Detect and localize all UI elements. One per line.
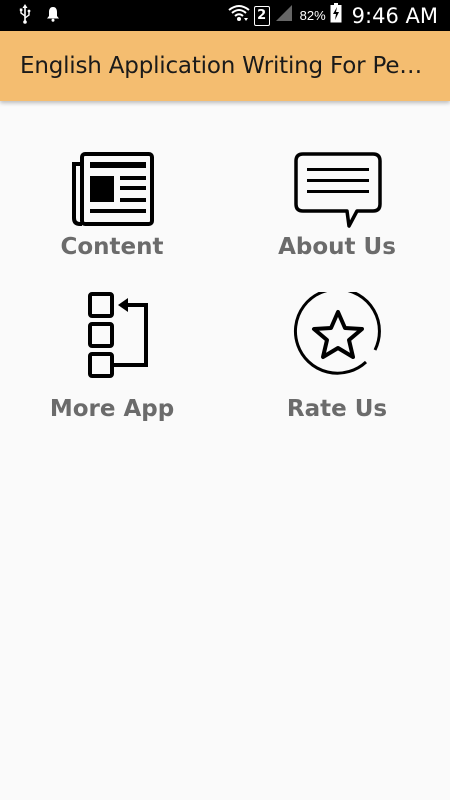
about-us-label: About Us — [278, 234, 396, 260]
app-list-icon — [68, 292, 158, 378]
status-clock: 9:46 AM — [351, 3, 438, 28]
status-right-icons: 2 82% 9:46 AM — [228, 0, 438, 31]
newspaper-icon — [68, 152, 158, 228]
rate-us-menu-item[interactable]: Rate Us — [232, 287, 442, 442]
battery-charging-icon — [330, 3, 342, 28]
usb-icon — [18, 3, 32, 29]
star-circle-icon — [293, 287, 383, 375]
more-app-label: More App — [49, 396, 175, 422]
about-us-menu-item[interactable]: About Us — [232, 152, 442, 302]
status-left-icons — [18, 3, 60, 29]
wifi-icon — [228, 4, 250, 27]
content-label: Content — [60, 234, 164, 260]
battery-percent: 82% — [299, 8, 326, 23]
app-title: English Application Writing For Pe… — [20, 53, 423, 79]
rate-us-label: Rate Us — [286, 396, 388, 422]
app-bar: English Application Writing For Pe… — [0, 31, 450, 101]
notification-bell-icon — [46, 6, 60, 27]
sim-slot-badge: 2 — [253, 5, 270, 26]
status-bar: 2 82% 9:46 AM — [0, 0, 450, 31]
signal-icon — [274, 4, 294, 27]
content-menu-item[interactable]: Content — [7, 152, 217, 302]
speech-bubble-icon — [293, 152, 383, 228]
more-app-menu-item[interactable]: More App — [7, 292, 217, 442]
